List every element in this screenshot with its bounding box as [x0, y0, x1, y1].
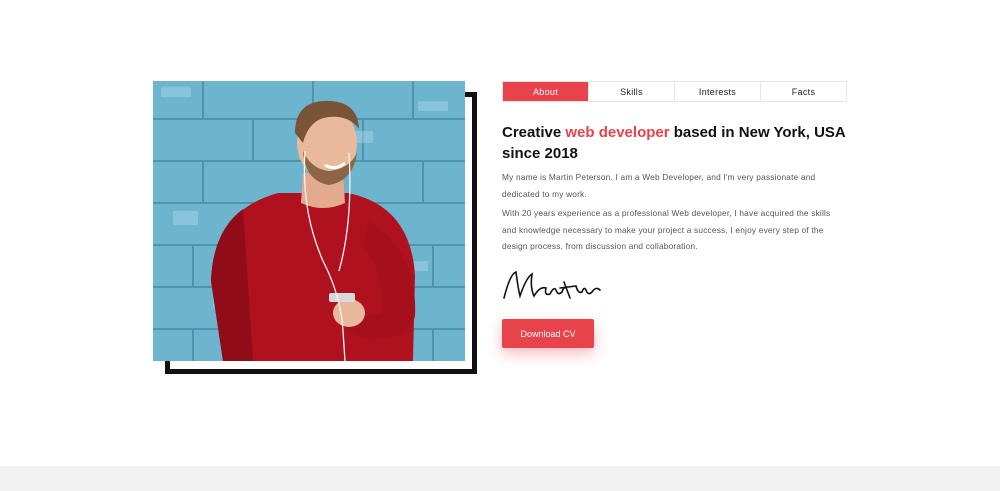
headline-accent: web developer — [565, 124, 670, 141]
tab-about[interactable]: About — [503, 82, 589, 101]
footer-band — [0, 466, 1000, 491]
profile-tabs: About Skills Interests Facts — [502, 81, 847, 102]
download-cv-button[interactable]: Download CV — [502, 319, 594, 348]
about-headline: Creative web developer based in New York… — [502, 122, 862, 164]
tab-facts[interactable]: Facts — [761, 82, 846, 101]
intro-paragraph: My name is Martin Peterson. I am a Web D… — [502, 172, 816, 199]
tab-skills[interactable]: Skills — [589, 82, 675, 101]
experience-paragraph: With 20 years experience as a profession… — [502, 208, 831, 251]
headline-text-start: Creative — [502, 124, 566, 141]
profile-photo — [153, 81, 465, 361]
signature — [500, 268, 610, 304]
tab-interests[interactable]: Interests — [675, 82, 761, 101]
